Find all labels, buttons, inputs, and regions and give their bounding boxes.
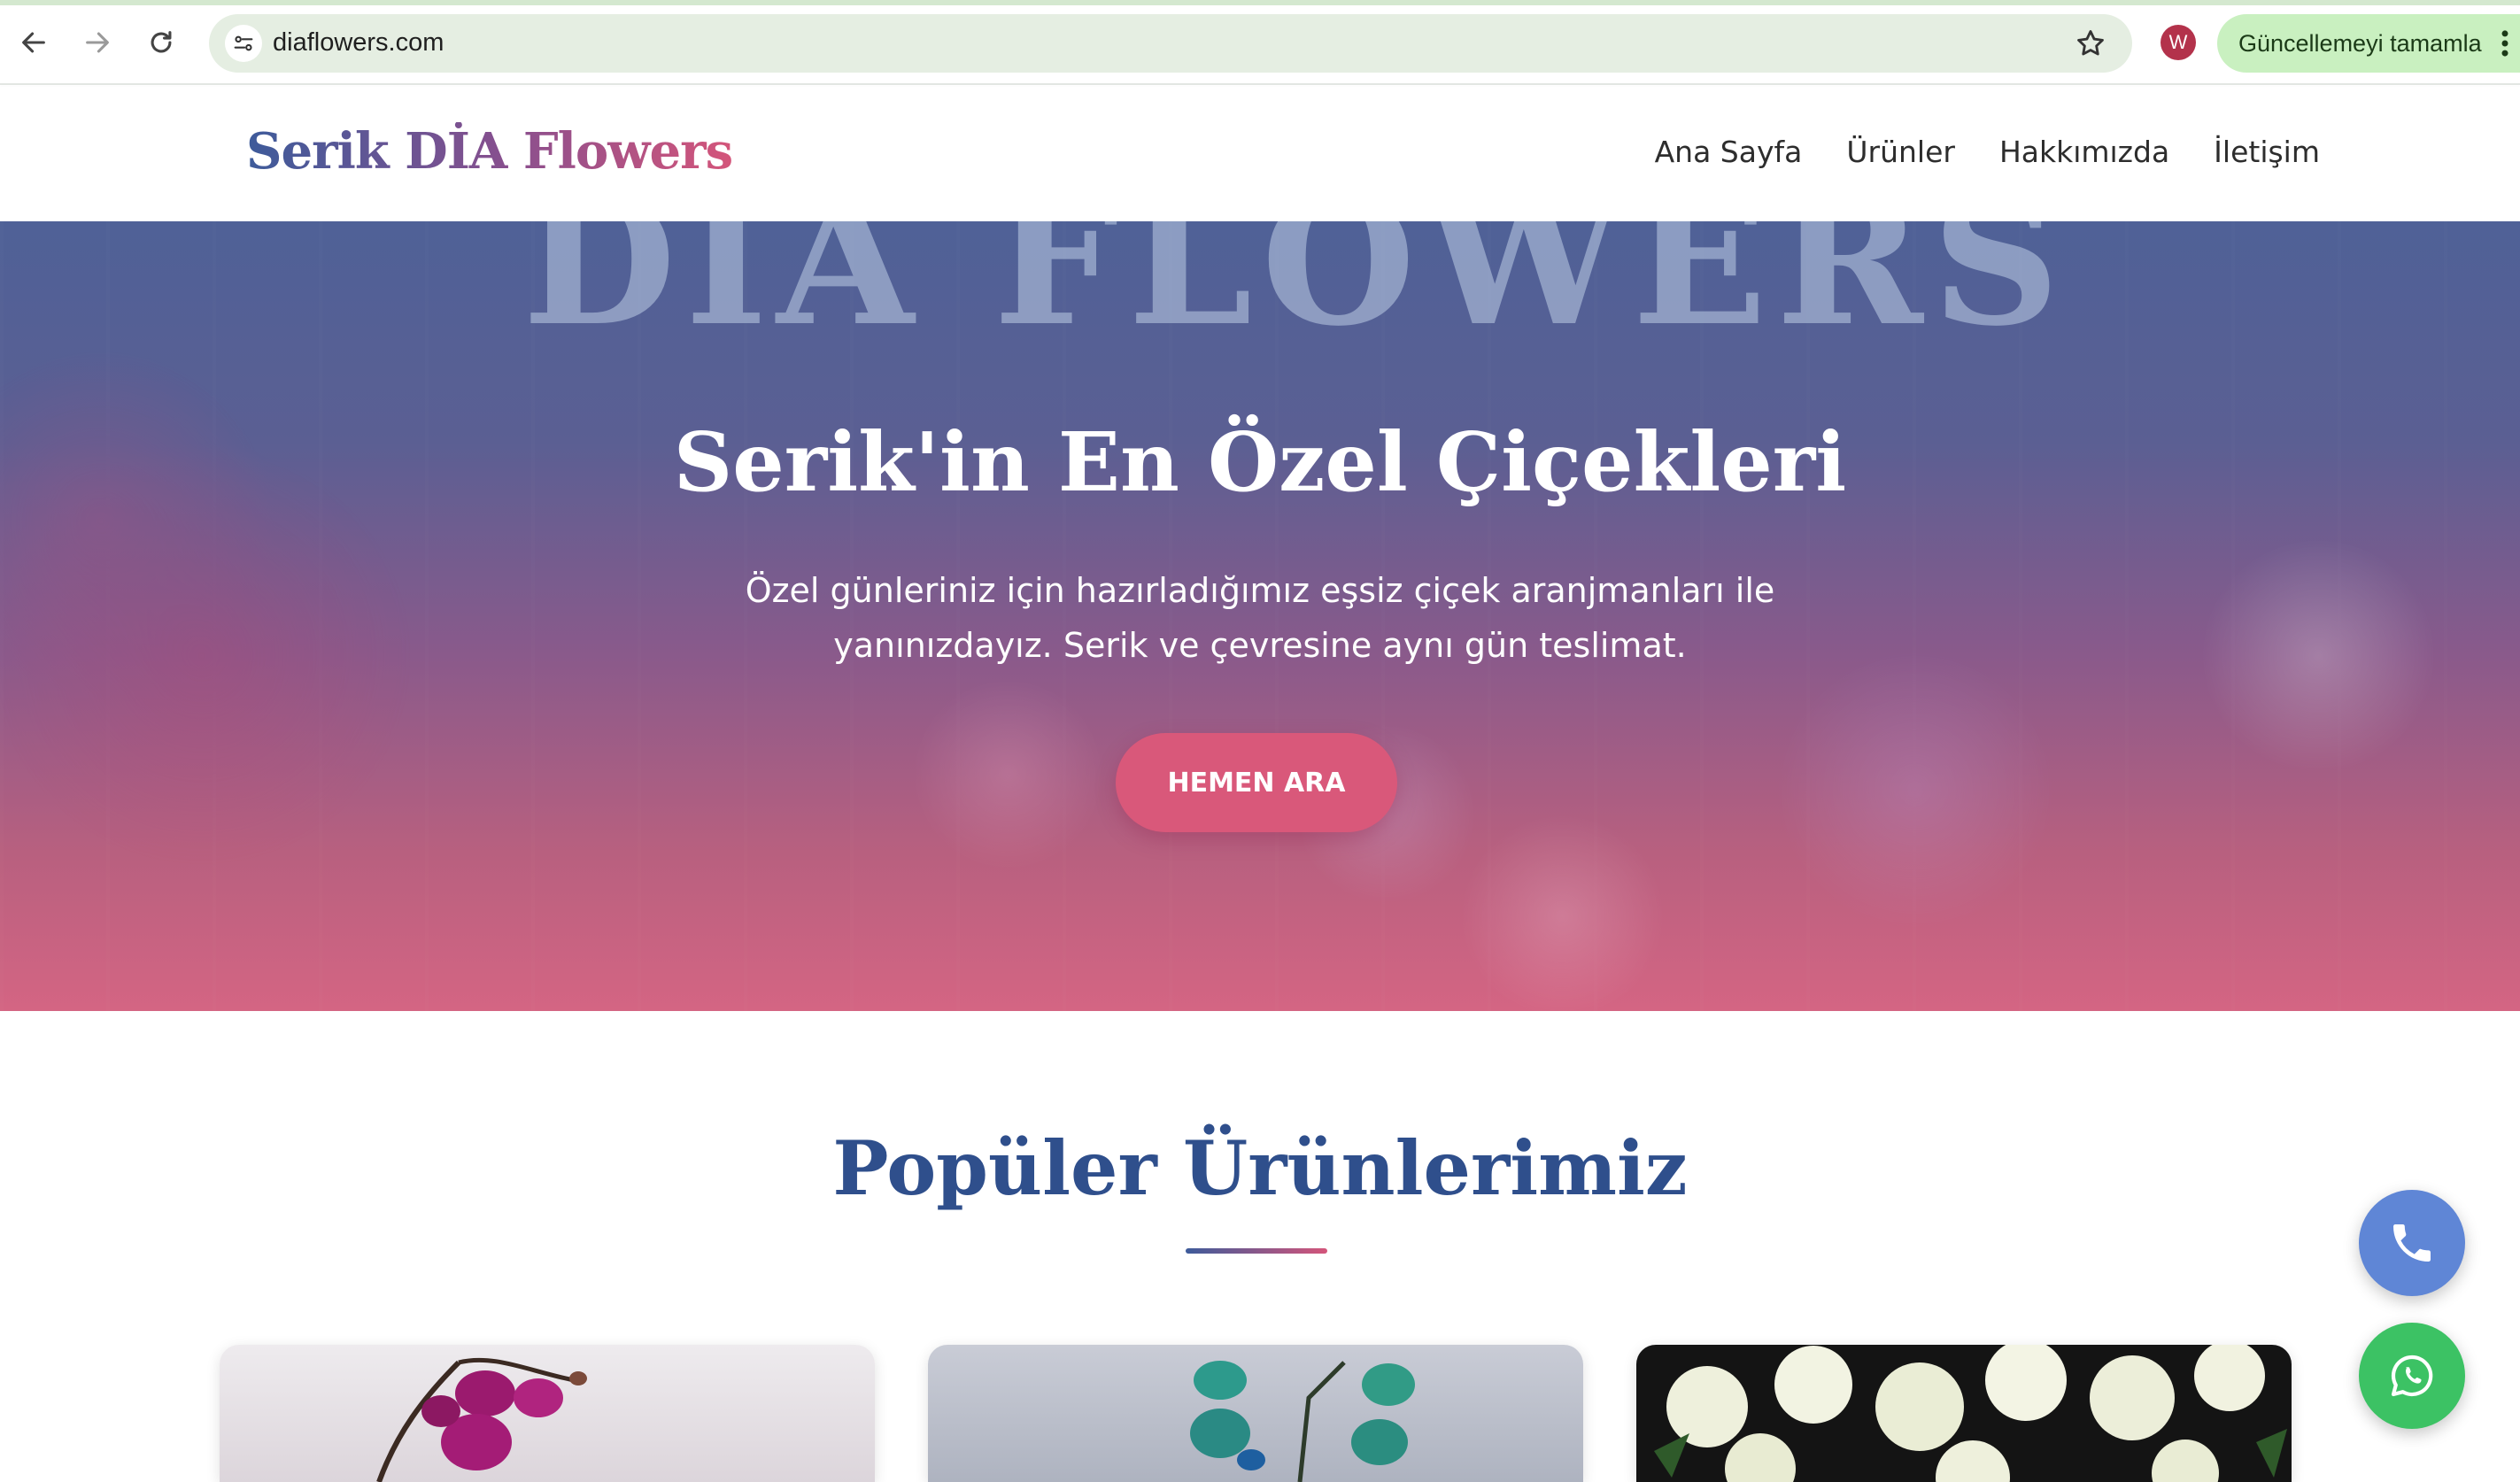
nav-link-about[interactable]: Hakkımızda	[1999, 135, 2169, 169]
whatsapp-floating-button[interactable]	[2359, 1323, 2465, 1429]
profile-avatar[interactable]: W	[2161, 25, 2196, 60]
back-button[interactable]	[11, 19, 57, 66]
url-text[interactable]: diaflowers.com	[273, 28, 444, 58]
pink-orchid-image	[376, 1357, 587, 1482]
section-title: Popüler Ürünlerimiz	[832, 1124, 1688, 1212]
call-now-button[interactable]: HEMEN ARA	[1116, 733, 1397, 832]
site-logo[interactable]: Serik DİA Flowers	[246, 122, 733, 181]
tab-strip-edge	[0, 0, 2520, 5]
update-label: Güncellemeyi tamamla	[2238, 30, 2482, 57]
nav-link-products[interactable]: Ürünler	[1846, 135, 1955, 169]
forward-button[interactable]	[74, 19, 120, 66]
browser-toolbar: diaflowers.com W Güncellemeyi tamamla	[0, 0, 2520, 85]
product-card-white-roses[interactable]	[1636, 1345, 2292, 1482]
blue-orchid-image	[1190, 1361, 1415, 1482]
site-header: Serik DİA Flowers Ana Sayfa Ürünler Hakk…	[0, 87, 2520, 221]
nav-link-home[interactable]: Ana Sayfa	[1655, 135, 1803, 169]
hero-shop-sign: DİA FLOWERS	[522, 221, 2069, 366]
more-options-icon[interactable]	[2499, 27, 2511, 60]
call-floating-button[interactable]	[2359, 1190, 2465, 1296]
nav-link-contact[interactable]: İletişim	[2214, 135, 2320, 169]
hero-title: Serik'in En Özel Çiçekleri	[673, 414, 1847, 510]
reload-button[interactable]	[138, 19, 184, 66]
main-nav: Ana Sayfa Ürünler Hakkımızda İletişim	[1655, 135, 2320, 169]
forward-arrow-icon	[86, 32, 109, 53]
title-underline	[1186, 1248, 1327, 1254]
update-chrome-button[interactable]: Güncellemeyi tamamla	[2217, 14, 2520, 73]
site-info-button[interactable]	[225, 25, 262, 62]
address-bar[interactable]: diaflowers.com	[209, 14, 2132, 73]
phone-icon	[2393, 1224, 2431, 1262]
white-roses-image	[1654, 1345, 2287, 1482]
site-info-icon	[234, 35, 253, 51]
hero-subtitle: Özel günleriniz için hazırladığımız eşsi…	[745, 571, 1775, 665]
hero-banner: DİA FLOWERS Serik'in En Özel Çiçekleri Ö…	[0, 221, 2520, 1011]
whatsapp-icon	[2391, 1355, 2433, 1397]
reload-icon	[151, 31, 172, 53]
product-card-pink-orchid[interactable]	[220, 1345, 875, 1482]
back-arrow-icon	[22, 32, 45, 53]
bookmark-star-icon[interactable]	[2074, 27, 2107, 60]
product-card-blue-orchid[interactable]	[928, 1345, 1583, 1482]
